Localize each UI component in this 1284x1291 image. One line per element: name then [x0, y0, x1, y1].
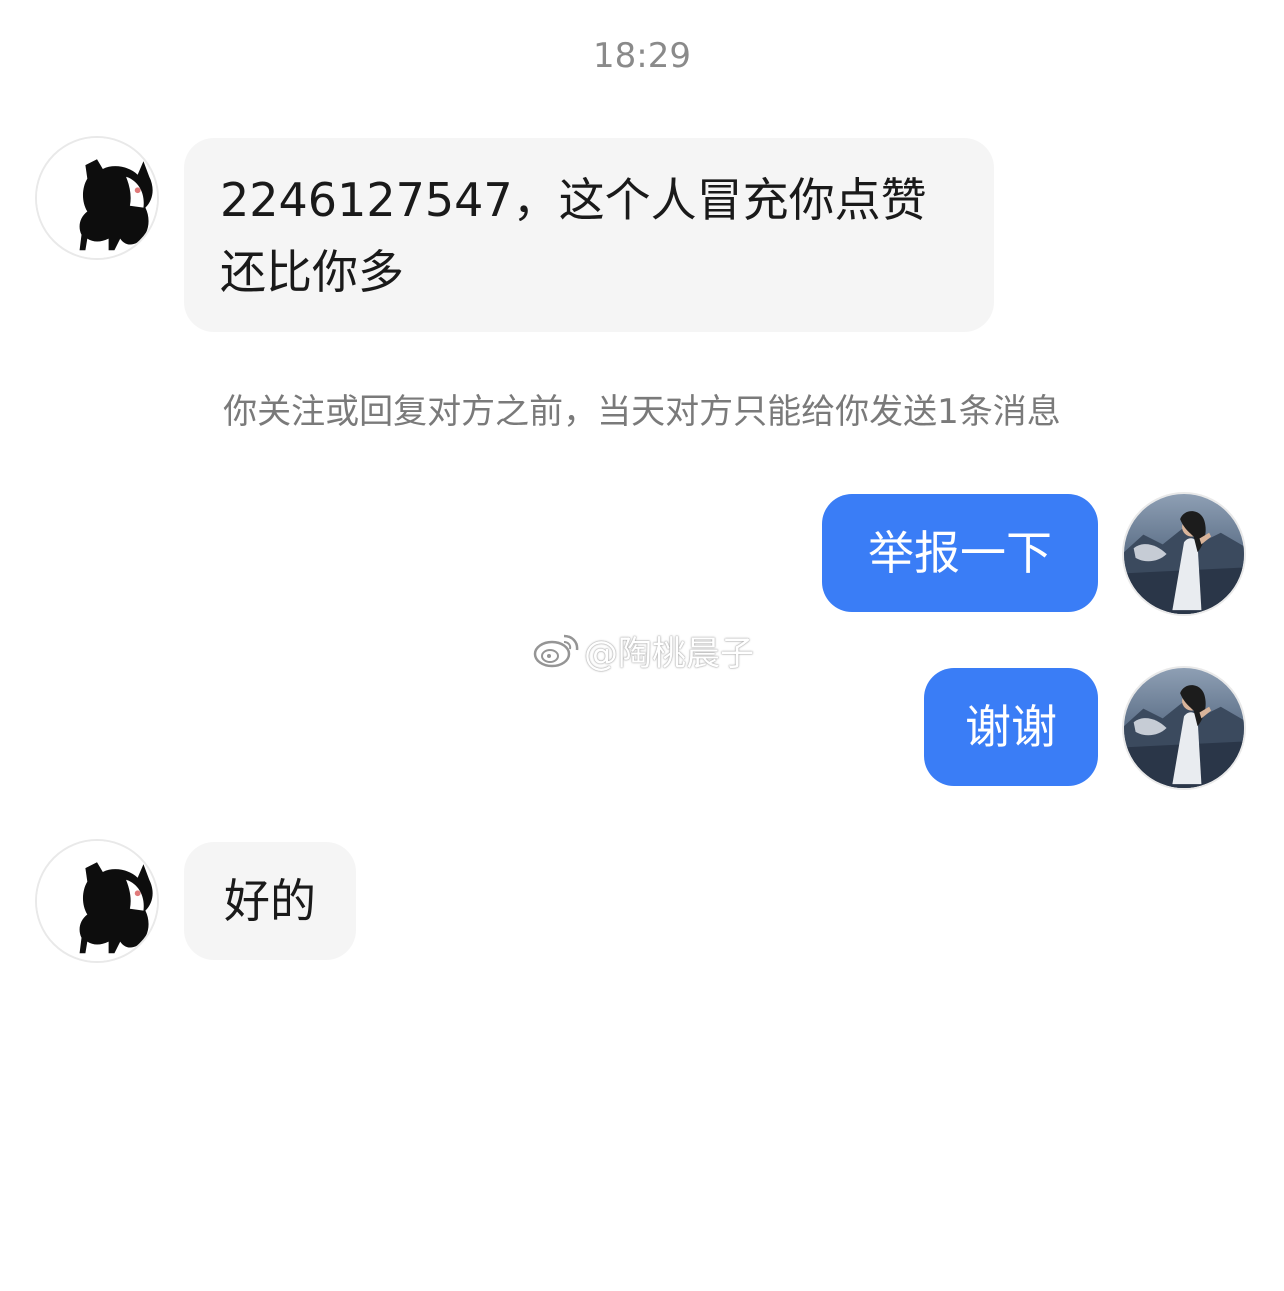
watermark-text: @陶桃晨子	[584, 633, 754, 674]
outgoing-message-bubble[interactable]: 举报一下	[822, 494, 1098, 612]
girl-photo-avatar-icon[interactable]	[1122, 492, 1246, 616]
system-notice: 你关注或回复对方之前，当天对方只能给你发送1条消息	[223, 392, 1061, 432]
message-text-line: 2246127547，这个人冒充你点赞	[220, 173, 927, 227]
girl-photo-avatar-icon[interactable]	[1122, 666, 1246, 790]
weibo-logo-icon	[533, 634, 579, 668]
message-text: 举报一下	[868, 526, 1052, 580]
message-text-line: 还比你多	[220, 245, 404, 299]
outgoing-message-bubble[interactable]: 谢谢	[924, 668, 1098, 786]
message-text: 好的	[224, 874, 316, 928]
message-timestamp: 18:29	[593, 36, 691, 76]
incoming-message-bubble[interactable]: 好的	[184, 842, 356, 960]
watermark: @陶桃晨子	[532, 626, 754, 674]
black-cat-avatar-icon[interactable]	[35, 839, 159, 963]
message-text: 谢谢	[965, 700, 1057, 754]
black-cat-avatar-icon[interactable]	[35, 136, 159, 260]
incoming-message-bubble[interactable]: 2246127547，这个人冒充你点赞 还比你多	[184, 138, 994, 332]
